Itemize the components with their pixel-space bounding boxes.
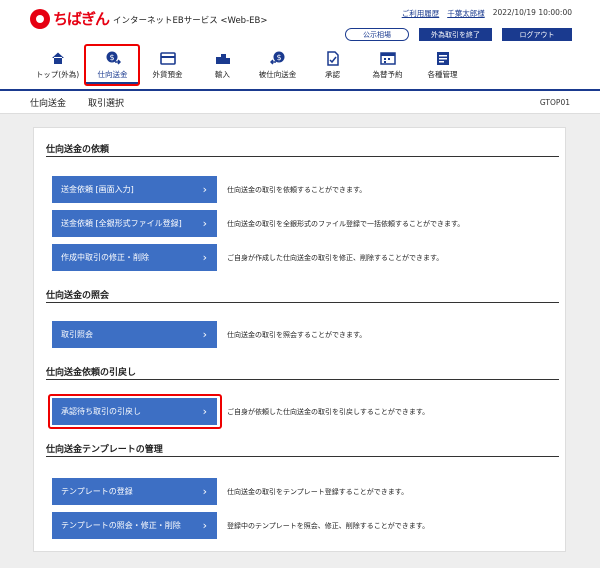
usage-history-link[interactable]: ご利用履歴 [402, 8, 440, 19]
nav-management[interactable]: 各種管理 [415, 44, 470, 84]
login-datetime: 2022/10/19 10:00:00 [492, 8, 572, 17]
section-title: 仕向送金テンプレートの管理 [46, 445, 163, 455]
button-label: テンプレートの照会・修正・削除 [61, 521, 181, 530]
end-fx-button[interactable]: 外為取引を終了 [419, 28, 492, 41]
chevron-right-icon: › [202, 183, 207, 196]
button-label: 送金依頼 [画面入力] [61, 185, 134, 194]
nav-label: 輸入 [215, 70, 230, 79]
management-icon [436, 50, 450, 66]
chevron-right-icon: › [202, 251, 207, 264]
section-divider [46, 456, 559, 457]
recall-pending-button[interactable]: 承認待ち取引の引戻し › [52, 398, 217, 425]
page-title: 仕向送金 [30, 98, 67, 109]
template-register-button[interactable]: テンプレートの登録 › [52, 478, 217, 505]
chevron-right-icon: › [202, 217, 207, 230]
button-label: 取引照会 [61, 330, 93, 339]
transaction-inquiry-button[interactable]: 取引照会 › [52, 321, 217, 348]
action-description: 仕向送金の取引を全銀形式のファイル登録で一括依頼することができます。 [227, 220, 465, 228]
top-links: ご利用履歴 千葉太郎様 2022/10/19 10:00:00 [402, 8, 572, 19]
section-divider [46, 156, 559, 157]
incoming-remittance-icon: $ [269, 50, 286, 66]
button-label: 承認待ち取引の引戻し [61, 407, 141, 416]
button-label: テンプレートの登録 [61, 487, 133, 496]
action-description: 仕向送金の取引を照会することができます。 [227, 331, 367, 339]
svg-text:$: $ [276, 53, 281, 62]
nav-label: 為替予約 [372, 70, 403, 79]
page-title-bar: 仕向送金 取引選択 GTOP01 [0, 91, 600, 114]
chevron-right-icon: › [202, 485, 207, 498]
logo-mark-icon [30, 8, 50, 29]
nav-approval[interactable]: 承認 [305, 44, 360, 84]
service-name: インターネットEBサービス <Web-EB> [113, 16, 268, 26]
deposit-icon [159, 50, 176, 66]
action-description: 仕向送金の取引を依頼することができます。 [227, 186, 367, 194]
template-manage-button[interactable]: テンプレートの照会・修正・削除 › [52, 512, 217, 539]
section-title: 仕向送金依頼の引戻し [46, 368, 137, 378]
header: ちばぎん インターネットEBサービス <Web-EB> ご利用履歴 千葉太郎様 … [0, 0, 600, 91]
bank-logo[interactable]: ちばぎん インターネットEBサービス <Web-EB> [30, 8, 267, 29]
edit-draft-button[interactable]: 作成中取引の修正・削除 › [52, 244, 217, 271]
button-label: 送金依頼 [全銀形式ファイル登録] [61, 219, 182, 228]
home-icon [51, 50, 65, 66]
logo-text: ちばぎん [53, 10, 110, 28]
section-divider [46, 302, 559, 303]
public-rates-button[interactable]: 公示相場 [345, 28, 409, 41]
action-description: ご自身が作成した仕向送金の取引を修正、削除することができます。 [227, 254, 444, 262]
nav-import[interactable]: 輸入 [195, 44, 250, 84]
remittance-request-file-button[interactable]: 送金依頼 [全銀形式ファイル登録] › [52, 210, 217, 237]
user-name-link[interactable]: 千葉太郎様 [447, 8, 485, 19]
nav-fx-deposit[interactable]: 外貨預金 [140, 44, 195, 84]
nav-top[interactable]: トップ(外為) [30, 44, 85, 84]
nav-label: 各種管理 [427, 70, 458, 79]
screen-code: GTOP01 [539, 97, 570, 107]
nav-label: トップ(外為) [35, 70, 80, 79]
fx-contract-icon [379, 50, 396, 66]
transaction-panel: 仕向送金の依頼 送金依頼 [画面入力] › 仕向送金の取引を依頼することができま… [33, 127, 566, 552]
section-divider [46, 379, 559, 380]
chevron-right-icon: › [202, 405, 207, 418]
page-subtitle: 取引選択 [88, 98, 125, 109]
chevron-right-icon: › [202, 328, 207, 341]
nav-incoming-remittance[interactable]: $ 被仕向送金 [250, 44, 305, 84]
action-description: ご自身が依頼した仕向送金の取引を引戻しすることができます。 [227, 408, 430, 416]
button-label: 作成中取引の修正・削除 [61, 253, 149, 262]
section-title: 仕向送金の依頼 [46, 145, 110, 155]
action-description: 登録中のテンプレートを照会、修正、削除することができます。 [227, 522, 430, 530]
nav-highlight-box [84, 44, 140, 86]
nav-label: 外貨預金 [152, 70, 183, 79]
import-icon [215, 50, 231, 66]
approval-icon [326, 50, 340, 66]
chevron-right-icon: › [202, 519, 207, 532]
nav-label: 承認 [325, 70, 340, 79]
logout-button[interactable]: ログアウト [502, 28, 572, 41]
nav-fx-contract[interactable]: 為替予約 [360, 44, 415, 84]
header-buttons: 公示相場 外為取引を終了 ログアウト [345, 28, 572, 41]
remittance-request-screen-button[interactable]: 送金依頼 [画面入力] › [52, 176, 217, 203]
nav-label: 被仕向送金 [258, 70, 297, 79]
action-description: 仕向送金の取引をテンプレート登録することができます。 [227, 488, 409, 496]
section-title: 仕向送金の照会 [46, 291, 110, 301]
